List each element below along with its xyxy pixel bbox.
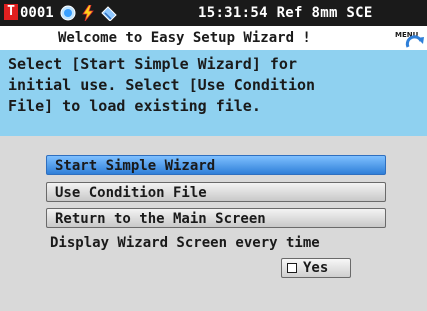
use-condition-file-button[interactable]: Use Condition File: [46, 182, 386, 202]
channel-badge: T: [4, 4, 18, 20]
ref-label: Ref: [276, 5, 303, 21]
wizard-header: Welcome to Easy Setup Wizard ! MENU: [0, 26, 427, 50]
target-icon: [60, 5, 76, 25]
start-simple-wizard-button[interactable]: Start Simple Wizard: [46, 155, 386, 175]
yes-checkbox-button[interactable]: Yes: [281, 258, 351, 278]
channel-number: 0001: [20, 5, 54, 21]
easy-setup-wizard-screen: T 0001 15:31:54 Ref 8mm SCE Welcome to E…: [0, 0, 427, 311]
return-main-screen-button[interactable]: Return to the Main Screen: [46, 208, 386, 228]
lightning-icon: [81, 4, 95, 25]
status-readout: 15:31:54 Ref 8mm SCE: [198, 4, 373, 22]
yes-label: Yes: [303, 260, 329, 276]
checkbox-icon: [287, 263, 297, 273]
info-panel: Select [Start Simple Wizard] for initial…: [0, 50, 427, 136]
probe-icon: [100, 5, 118, 25]
display-wizard-note: Display Wizard Screen every time: [50, 235, 320, 251]
mode-label: SCE: [346, 5, 373, 21]
info-line: File] to load existing file.: [8, 97, 261, 115]
info-line: initial use. Select [Use Condition: [8, 76, 316, 94]
status-bar: T 0001 15:31:54 Ref 8mm SCE: [0, 0, 427, 26]
clock: 15:31:54: [198, 5, 268, 21]
page-title: Welcome to Easy Setup Wizard !: [58, 30, 311, 46]
aperture-label: 8mm: [311, 5, 338, 21]
info-line: Select [Start Simple Wizard] for: [8, 55, 297, 73]
